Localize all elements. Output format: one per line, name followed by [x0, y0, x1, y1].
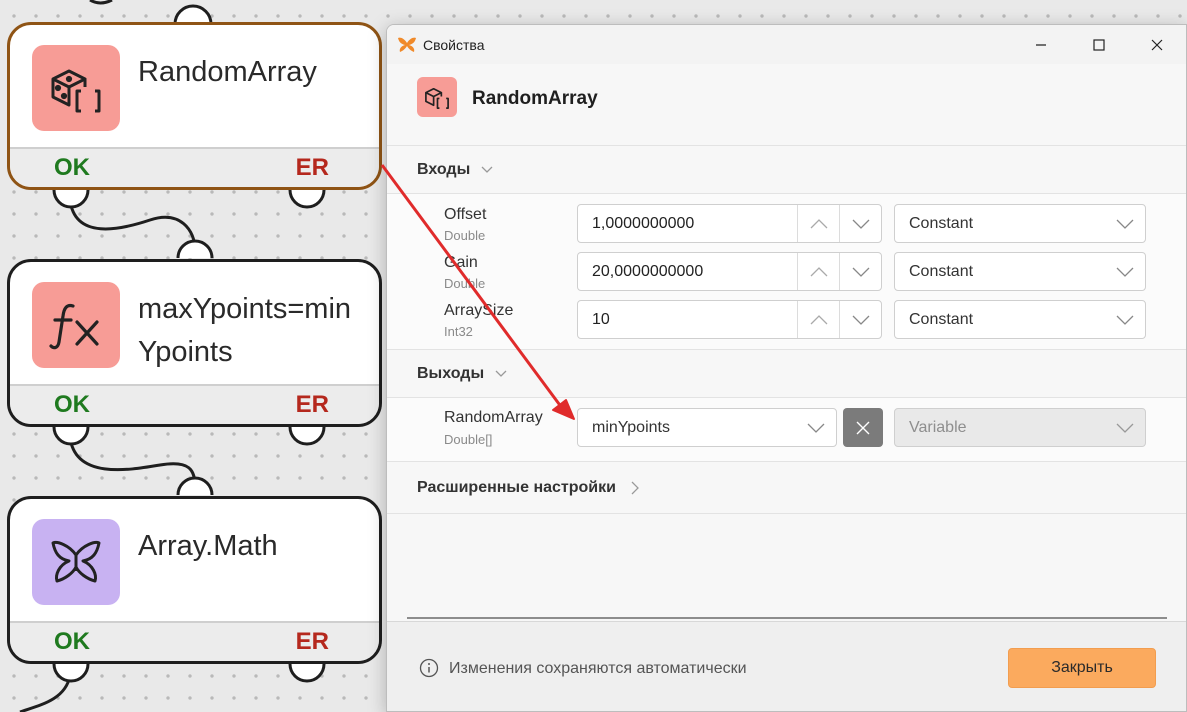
chevron-down-icon [852, 219, 869, 229]
chevron-up-icon [810, 218, 827, 228]
block-name: RandomArray [472, 88, 598, 109]
minimize-button[interactable] [1012, 25, 1070, 64]
input-row-gain: Gain Double 20,0000000000 Constant [387, 248, 1186, 296]
window-title: Свойства [423, 36, 485, 53]
properties-dialog: Свойства RandomArray Входы Offset Double… [386, 24, 1187, 712]
node-randomarray[interactable]: RandomArray OK ER [7, 22, 382, 190]
advanced-settings-header[interactable]: Расширенные настройки [387, 462, 1186, 514]
arraysize-value-field[interactable]: 10 [577, 300, 882, 339]
output-row-randomarray: RandomArray Double[] minYpoints Variable [387, 401, 1186, 453]
outputs-list: RandomArray Double[] minYpoints Variable [387, 398, 1186, 462]
chevron-down-icon [481, 166, 493, 173]
param-type: Double[] [444, 432, 493, 447]
node-array-math[interactable]: Array.Math OK ER [7, 496, 382, 664]
chevron-up-icon [810, 266, 827, 276]
selected-variable: minYpoints [592, 418, 670, 436]
param-name: RandomArray [444, 409, 543, 426]
arraysize-mode-select[interactable]: Constant [894, 300, 1146, 339]
horizontal-scrollbar[interactable] [407, 617, 1167, 619]
chevron-down-icon [852, 315, 869, 325]
node-max-min-ypoints[interactable]: maxYpoints=minYpoints OK ER [7, 259, 382, 427]
param-name: Gain [444, 254, 478, 271]
chevron-right-icon [631, 481, 639, 494]
chevron-up-icon [810, 314, 827, 324]
er-port-label[interactable]: ER [296, 154, 329, 182]
increment-button[interactable] [797, 253, 839, 290]
ok-port-label[interactable]: OK [54, 391, 90, 419]
chevron-down-icon [1116, 315, 1134, 325]
selected-mode: Constant [909, 310, 974, 328]
selected-mode: Constant [909, 262, 974, 280]
chevron-down-icon [1116, 219, 1134, 229]
node-title: Array.Math [138, 530, 278, 562]
param-name: ArraySize [444, 302, 514, 319]
inputs-section-title: Входы [417, 160, 471, 178]
outputs-section-header[interactable]: Выходы [387, 350, 1186, 398]
value-text[interactable]: 10 [578, 311, 797, 329]
er-port-label[interactable]: ER [296, 391, 329, 419]
output-variable-select[interactable]: minYpoints [577, 408, 837, 447]
gain-mode-select[interactable]: Constant [894, 252, 1146, 291]
selected-mode: Variable [909, 418, 967, 436]
close-button[interactable]: Закрыть [1008, 648, 1156, 688]
er-port-label[interactable]: ER [296, 628, 329, 656]
decrement-button[interactable] [839, 205, 881, 242]
decrement-button[interactable] [839, 301, 881, 338]
info-icon [419, 658, 439, 678]
autosave-note: Изменения сохраняются автоматически [449, 660, 747, 677]
ok-port-label[interactable]: OK [54, 154, 90, 182]
dialog-footer: Изменения сохраняются автоматически Закр… [387, 621, 1186, 711]
offset-mode-select[interactable]: Constant [894, 204, 1146, 243]
ok-port-label[interactable]: OK [54, 628, 90, 656]
dialog-header: RandomArray [387, 64, 1186, 146]
output-mode-select: Variable [894, 408, 1146, 447]
selected-mode: Constant [909, 214, 974, 232]
dice-array-icon [32, 45, 120, 131]
minimize-icon [1036, 43, 1046, 46]
param-type: Double [444, 228, 486, 243]
dice-array-icon [417, 77, 457, 117]
chevron-down-icon [1116, 423, 1134, 433]
advanced-settings-title: Расширенные настройки [417, 478, 616, 496]
inputs-section-header[interactable]: Входы [387, 146, 1186, 194]
increment-button[interactable] [797, 205, 839, 242]
chevron-down-icon [807, 423, 825, 433]
value-text[interactable]: 1,0000000000 [578, 215, 797, 233]
param-type: Double [444, 276, 486, 291]
butterfly-icon [32, 519, 120, 605]
input-row-offset: Offset Double 1,0000000000 Constant [387, 200, 1186, 248]
input-row-arraysize: ArraySize Int32 10 Constant [387, 296, 1186, 344]
value-text[interactable]: 20,0000000000 [578, 263, 797, 281]
gain-value-field[interactable]: 20,0000000000 [577, 252, 882, 291]
dialog-titlebar[interactable]: Свойства [387, 25, 1186, 64]
close-icon [856, 421, 870, 434]
param-name: Offset [444, 206, 487, 223]
close-icon [1151, 39, 1163, 50]
maximize-button[interactable] [1070, 25, 1128, 64]
param-type: Int32 [444, 324, 473, 339]
function-fx-icon [32, 282, 120, 368]
close-window-button[interactable] [1128, 25, 1186, 64]
decrement-button[interactable] [839, 253, 881, 290]
node-title: maxYpoints=minYpoints [138, 293, 352, 368]
node-title: RandomArray [138, 56, 317, 88]
maximize-icon [1093, 38, 1105, 51]
butterfly-icon [398, 37, 416, 52]
increment-button[interactable] [797, 301, 839, 338]
chevron-down-icon [852, 267, 869, 277]
inputs-list: Offset Double 1,0000000000 Constant Gain… [387, 194, 1186, 350]
offset-value-field[interactable]: 1,0000000000 [577, 204, 882, 243]
outputs-section-title: Выходы [417, 364, 485, 382]
chevron-down-icon [495, 370, 507, 377]
chevron-down-icon [1116, 267, 1134, 277]
clear-output-button[interactable] [843, 408, 883, 447]
